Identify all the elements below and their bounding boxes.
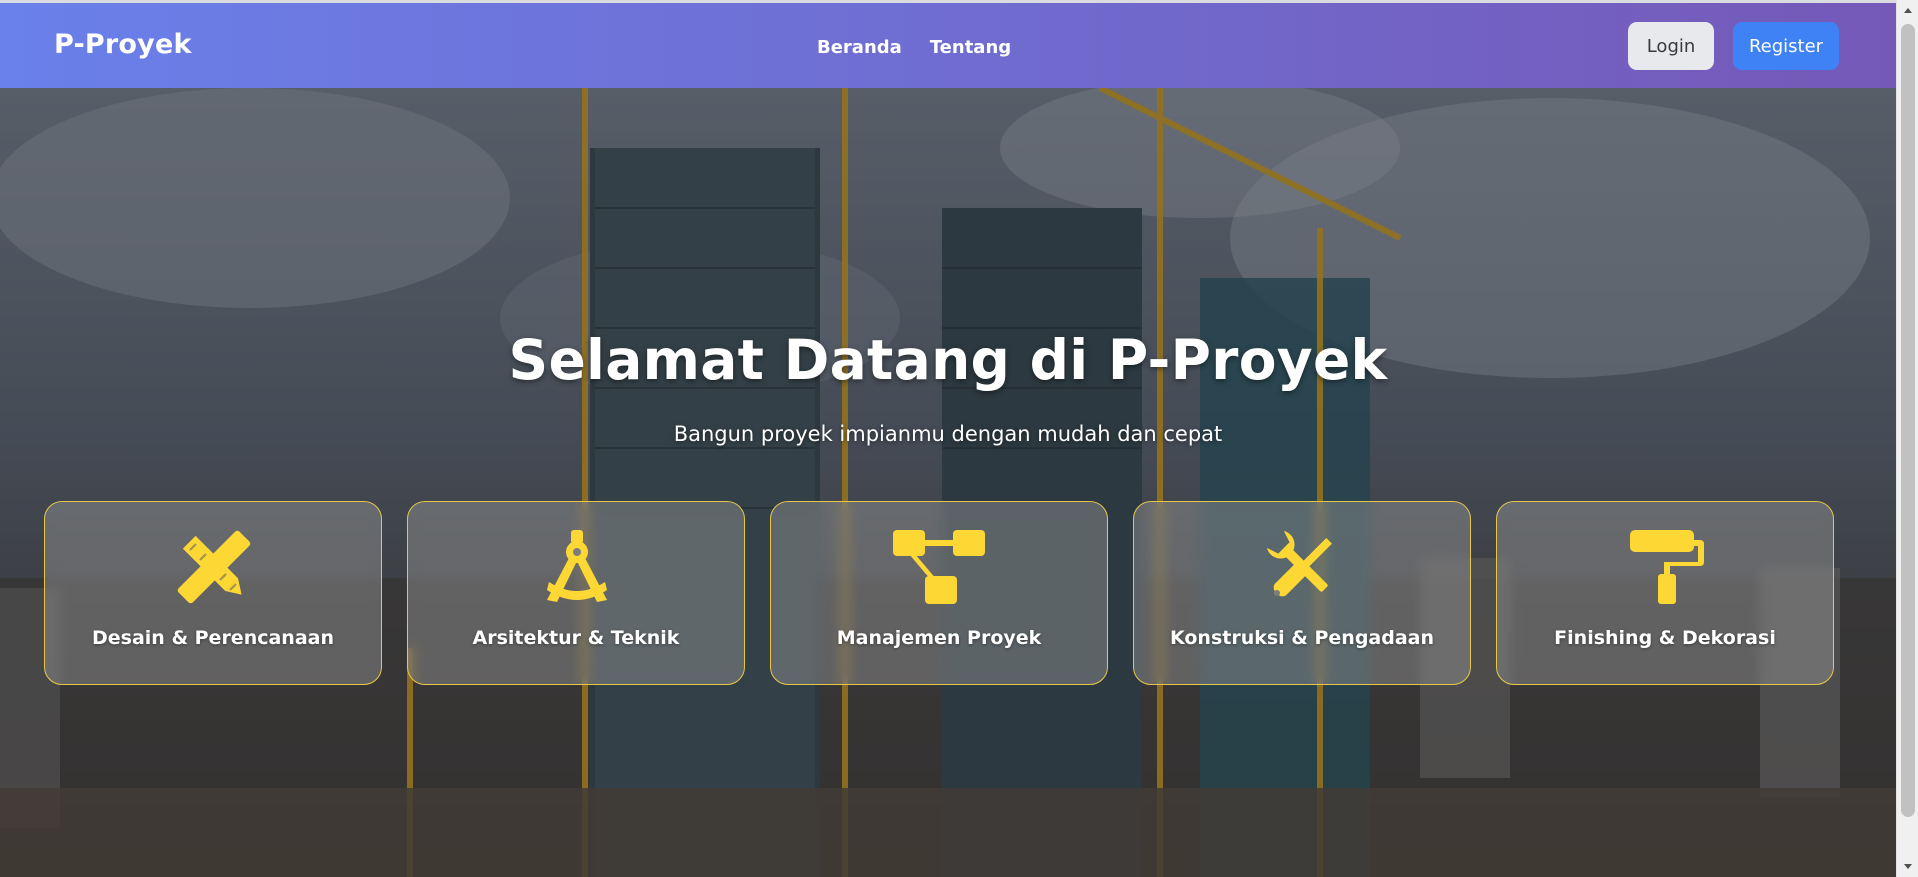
service-card-arsitektur[interactable]: Arsitektur & Teknik bbox=[407, 501, 745, 685]
scroll-down-arrow-icon[interactable] bbox=[1904, 864, 1912, 869]
pencil-ruler-icon bbox=[177, 530, 251, 604]
navbar: P-Proyek Beranda Tentang Login Register bbox=[0, 0, 1896, 88]
page-scrollbar[interactable] bbox=[1896, 0, 1918, 877]
scrollbar-thumb[interactable] bbox=[1901, 24, 1915, 817]
scroll-up-arrow-icon[interactable] bbox=[1904, 8, 1912, 13]
register-button[interactable]: Register bbox=[1733, 22, 1839, 70]
brand-logo[interactable]: P-Proyek bbox=[54, 29, 192, 60]
screwdriver-wrench-icon bbox=[1266, 530, 1332, 597]
nav-link-beranda[interactable]: Beranda bbox=[817, 37, 902, 58]
service-card-konstruksi[interactable]: Konstruksi & Pengadaan bbox=[1133, 501, 1471, 685]
login-button[interactable]: Login bbox=[1628, 22, 1714, 70]
service-card-label: Finishing & Dekorasi bbox=[1554, 627, 1776, 649]
service-card-label: Arsitektur & Teknik bbox=[472, 627, 680, 649]
service-card-finishing[interactable]: Finishing & Dekorasi bbox=[1496, 501, 1834, 685]
service-card-label: Desain & Perencanaan bbox=[92, 627, 334, 649]
service-card-desain[interactable]: Desain & Perencanaan bbox=[44, 501, 382, 685]
hero-overlay bbox=[0, 88, 1896, 877]
service-card-label: Konstruksi & Pengadaan bbox=[1169, 627, 1435, 649]
hero-section: Selamat Datang di P-Proyek Bangun proyek… bbox=[0, 88, 1896, 877]
sitemap-icon bbox=[893, 530, 985, 604]
nav-link-tentang[interactable]: Tentang bbox=[930, 37, 1011, 58]
service-card-label: Manajemen Proyek bbox=[836, 627, 1042, 649]
paint-roller-icon bbox=[1630, 530, 1704, 604]
hero-subtitle: Bangun proyek impianmu dengan mudah dan … bbox=[673, 422, 1223, 446]
hero-title: Selamat Datang di P-Proyek bbox=[508, 328, 1388, 392]
service-card-manajemen[interactable]: Manajemen Proyek bbox=[770, 501, 1108, 685]
nav-links: Beranda Tentang bbox=[817, 37, 1011, 58]
compass-drafting-icon bbox=[547, 530, 607, 602]
